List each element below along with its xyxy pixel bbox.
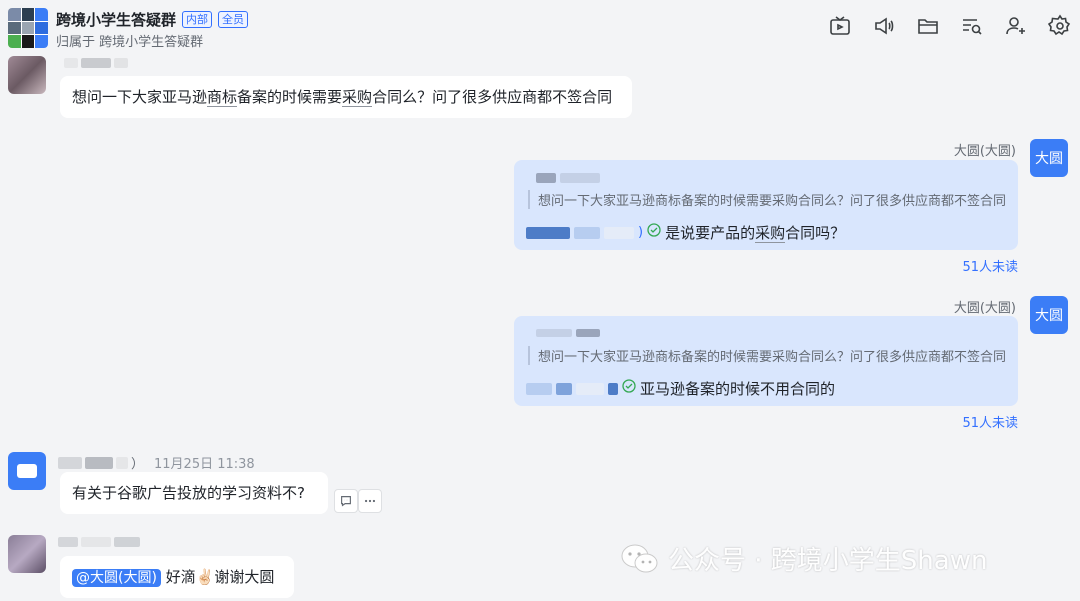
self-avatar[interactable]: 大圆 xyxy=(1030,139,1068,177)
more-options-button[interactable] xyxy=(358,489,382,513)
speaker-icon[interactable] xyxy=(872,14,896,38)
sender-name-blurred xyxy=(58,537,140,547)
group-title[interactable]: 跨境小学生答疑群 xyxy=(56,9,176,30)
message-text: 备案的时候需要 xyxy=(237,88,343,106)
mention-blurred xyxy=(574,226,600,239)
message-bubble[interactable]: 想问一下大家亚马逊商标备案的时候需要采购合同么？问了很多供应商都不签合同 xyxy=(60,76,632,118)
header-toolbar xyxy=(828,14,1072,38)
reply-thread-button[interactable] xyxy=(334,489,358,513)
message-timestamp: 11月25日 11:38 xyxy=(154,457,255,472)
reply-bubble[interactable]: 想问一下大家亚马逊商标备案的时候需要采购合同么？问了很多供应商都不签合同 ) 是… xyxy=(514,160,1018,250)
reply-text: 亚马逊备案的时候不用合同的 xyxy=(640,380,836,398)
unread-count[interactable]: 51人未读 xyxy=(962,412,1018,431)
chat-header: 跨境小学生答疑群 内部 全员 归属于 跨境小学生答疑群 xyxy=(0,0,1080,56)
keyword-link[interactable]: 采购 xyxy=(755,224,786,243)
message-text: 合同么？问了很多供应商都不签合同 xyxy=(372,88,613,106)
watermark: 公众号 · 跨境小学生Shawn xyxy=(620,540,987,577)
mention-tag[interactable]: @大圆(大圆) xyxy=(72,569,161,587)
message-text: 有关于谷歌广告投放的学习资料不? xyxy=(72,484,305,502)
mention-blurred xyxy=(556,382,572,395)
reply-bubble[interactable]: 想问一下大家亚马逊商标备案的时候需要采购合同么？问了很多供应商都不签合同 亚马逊… xyxy=(514,316,1018,406)
message-text: 想问一下大家亚马逊 xyxy=(72,88,208,106)
message-bubble[interactable]: 有关于谷歌广告投放的学习资料不? xyxy=(60,472,328,514)
wechat-logo-icon xyxy=(620,542,660,576)
watermark-text: 公众号 · 跨境小学生Shawn xyxy=(668,546,988,576)
sender-name-blurred: ） xyxy=(58,453,144,472)
chat-app-icon xyxy=(17,464,37,478)
check-icon xyxy=(622,378,636,393)
keyword-link[interactable]: 采购 xyxy=(342,88,373,107)
sender-avatar[interactable] xyxy=(8,56,46,94)
add-user-icon[interactable] xyxy=(1004,14,1028,38)
unread-count[interactable]: 51人未读 xyxy=(962,256,1018,275)
quoted-sender-blurred xyxy=(536,329,600,337)
message-text: 谢谢大圆 xyxy=(214,568,275,586)
keyword-link[interactable]: 商标 xyxy=(207,88,238,107)
reply-text: 是说要产品的采购合同吗？ xyxy=(665,224,846,243)
sender-avatar[interactable] xyxy=(8,452,46,490)
mention-blurred xyxy=(526,382,552,395)
self-sender-name: 大圆(大圆) xyxy=(953,144,1016,159)
mention-blurred xyxy=(608,382,618,395)
mention-suffix: ) xyxy=(638,225,644,240)
group-subtitle[interactable]: 归属于 跨境小学生答疑群 xyxy=(56,31,203,50)
quoted-sender-blurred xyxy=(536,173,600,183)
mention-blurred xyxy=(576,382,604,395)
group-avatar[interactable] xyxy=(8,8,48,48)
mention-blurred xyxy=(526,226,570,239)
quoted-message[interactable]: 想问一下大家亚马逊商标备案的时候需要采购合同么？问了很多供应商都不签合同 xyxy=(528,346,1006,365)
folder-icon[interactable] xyxy=(916,14,940,38)
sender-name-blurred xyxy=(64,58,128,68)
sender-avatar[interactable] xyxy=(8,535,46,573)
message-bubble[interactable]: @大圆(大圆) 好滴✌🏻谢谢大圆 xyxy=(60,556,294,598)
settings-icon[interactable] xyxy=(1047,14,1072,38)
check-icon xyxy=(647,222,661,237)
search-list-icon[interactable] xyxy=(960,14,984,38)
tv-icon[interactable] xyxy=(828,14,852,38)
internal-tag: 内部 xyxy=(182,11,213,28)
victory-emoji-icon: ✌🏻 xyxy=(195,568,215,586)
mention-blurred xyxy=(604,226,634,239)
quoted-message[interactable]: 想问一下大家亚马逊商标备案的时候需要采购合同么？问了很多供应商都不签合同 xyxy=(528,190,1006,209)
all-members-tag: 全员 xyxy=(218,11,249,28)
self-avatar[interactable]: 大圆 xyxy=(1030,296,1068,334)
message-text: 好滴 xyxy=(165,568,196,586)
self-sender-name: 大圆(大圆) xyxy=(953,301,1016,316)
